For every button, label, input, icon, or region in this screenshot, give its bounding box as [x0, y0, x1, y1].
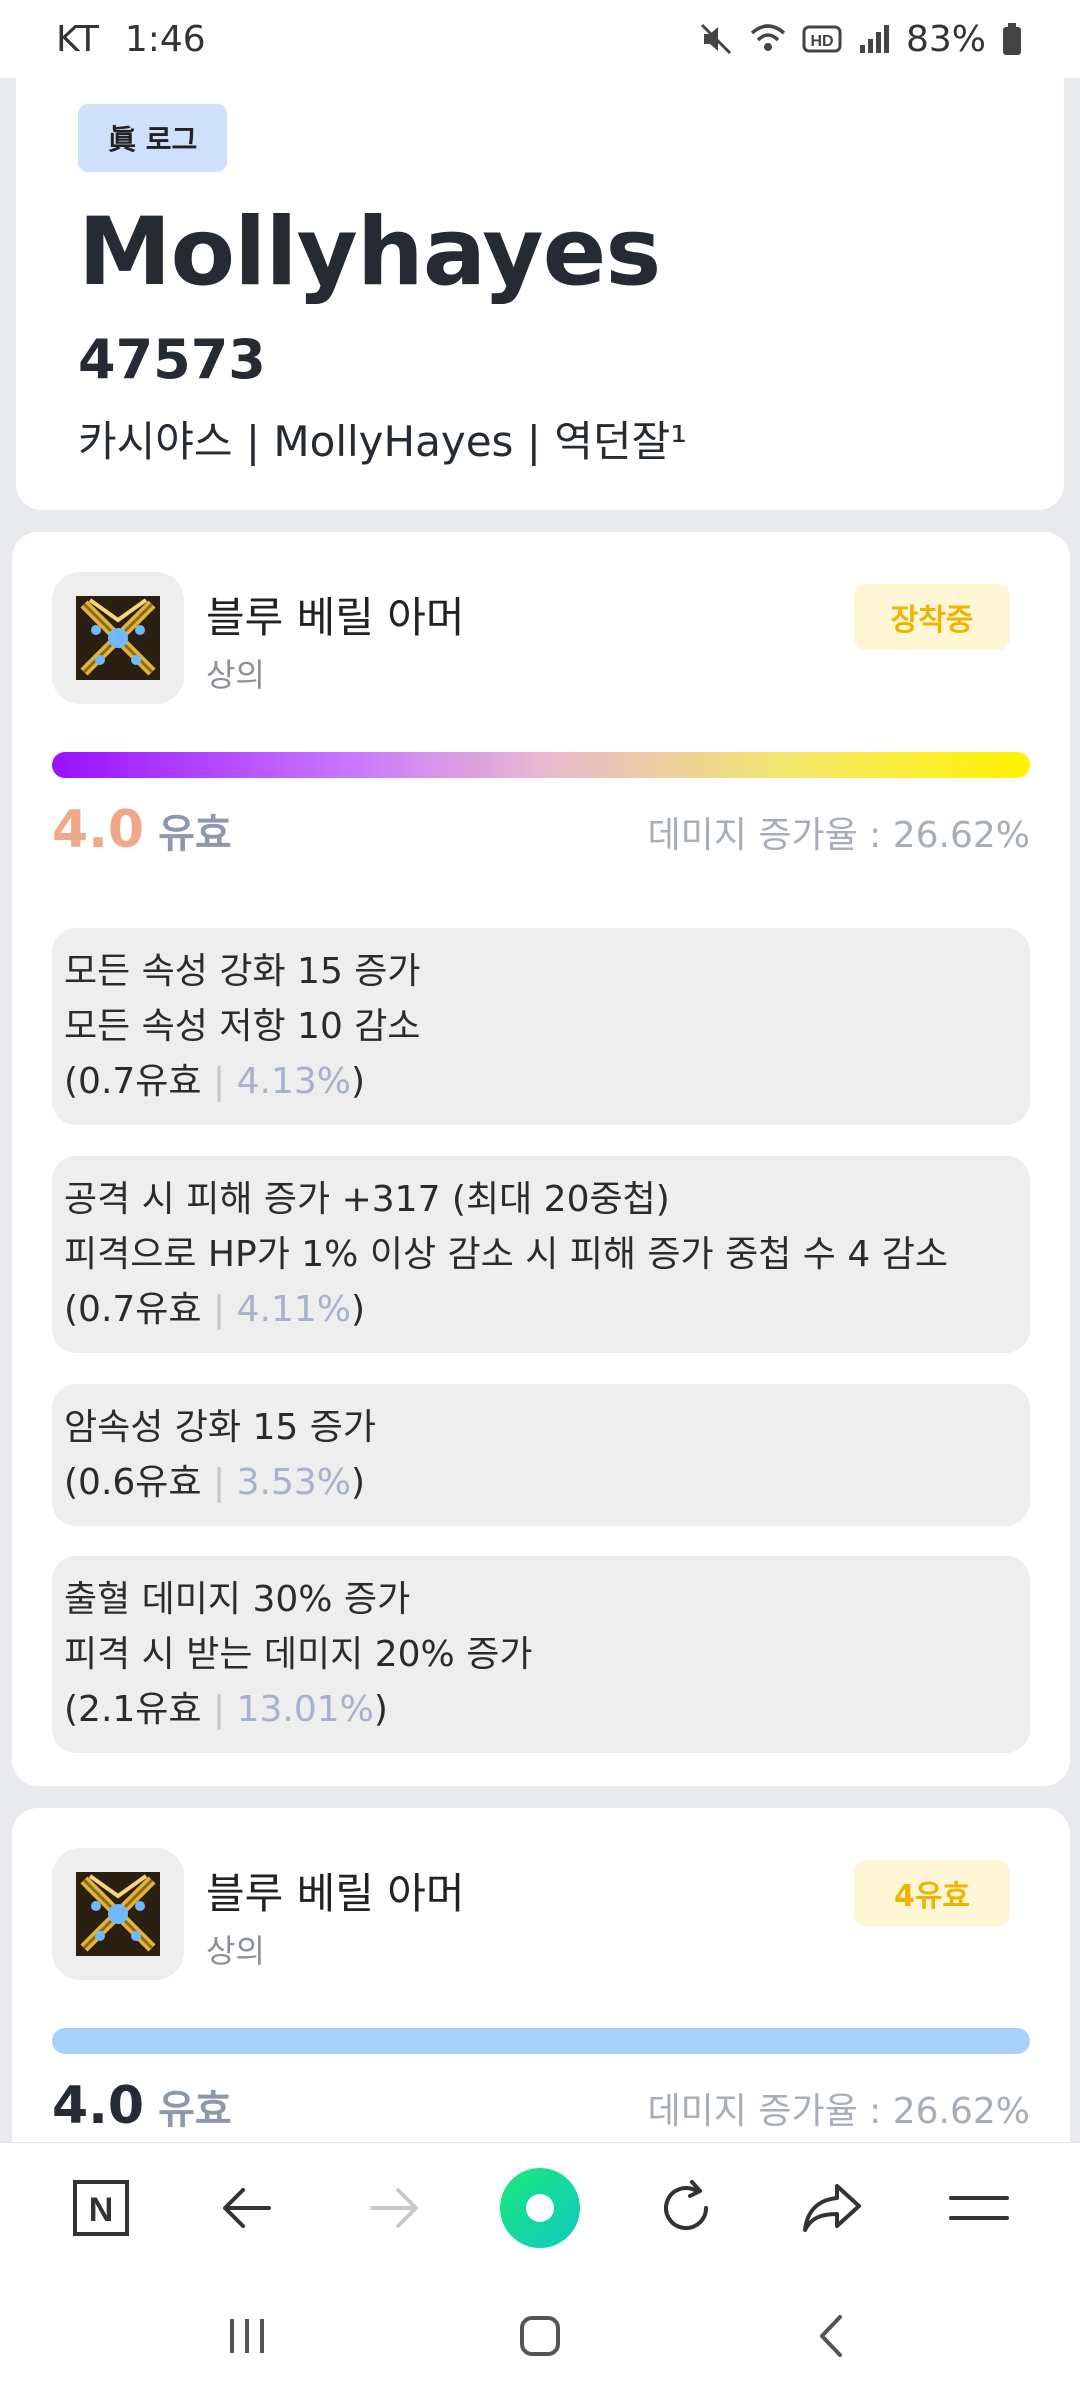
system-nav-bar	[0, 2272, 1080, 2400]
damage-rate: 데미지 증가율 : 26.62%	[647, 2091, 1030, 2132]
option-box: 출혈 데미지 30% 증가 피격 시 받는 데미지 20% 증가 (2.1유효 …	[52, 1556, 1030, 1753]
mute-icon	[698, 21, 734, 57]
option-value: (0.7유효	[64, 1061, 202, 1102]
browser-toolbar: N	[0, 2142, 1080, 2272]
option-line: 모든 속성 강화 15 증가	[64, 951, 421, 992]
hamburger-icon	[948, 2195, 1009, 2220]
clock-label: 1:46	[124, 18, 206, 60]
profile-info: 카시야스 | MollyHayes | 역던잘¹	[78, 417, 688, 466]
share-icon	[802, 2183, 861, 2232]
back-button[interactable]	[192, 2153, 302, 2263]
green-dot-icon	[499, 2167, 580, 2248]
score-value: 4.0	[52, 2076, 145, 2136]
battery-icon	[1000, 21, 1024, 57]
rarity-bar	[52, 2028, 1030, 2054]
score-unit: 유효	[158, 2087, 232, 2133]
option-close: )	[350, 1061, 366, 1102]
score-unit: 유효	[158, 811, 232, 857]
option-line: 피격으로 HP가 1% 이상 감소 시 피해 증가 중첩 수 4 감소	[64, 1234, 948, 1275]
refresh-button[interactable]	[631, 2153, 741, 2263]
option-value: (0.6유효	[64, 1462, 202, 1503]
option-line: 출혈 데미지 30% 증가	[64, 1579, 411, 1620]
naver-home-icon: N	[73, 2179, 130, 2236]
profile-name: Mollyhayes	[78, 198, 661, 307]
score-value: 4.0	[52, 800, 145, 860]
home-square-icon	[519, 2316, 560, 2356]
score-row: 4.0 유효 데미지 증가율 : 26.62%	[52, 800, 1030, 860]
option-line: 피격 시 받는 데미지 20% 증가	[64, 1634, 533, 1675]
recent-apps-icon	[229, 2319, 264, 2353]
profile-card: 眞 로그 Mollyhayes 47573 카시야스 | MollyHayes …	[16, 78, 1064, 510]
item-card[interactable]: 블루 베릴 아머 상의 장착중 4.0 유효 데미지 증가율 : 26.62% …	[12, 532, 1070, 1786]
armor-icon	[52, 572, 184, 704]
separator: |	[213, 1689, 226, 1730]
option-box: 공격 시 피해 증가 +317 (최대 20중첩) 피격으로 HP가 1% 이상…	[52, 1156, 1030, 1353]
armor-icon	[52, 1848, 184, 1980]
status-right: HD 83%	[698, 19, 1024, 60]
option-close: )	[350, 1289, 366, 1330]
equipped-badge: 장착중	[854, 584, 1010, 650]
menu-button[interactable]	[924, 2153, 1034, 2263]
tag-badge: 眞 로그	[78, 104, 228, 172]
share-button[interactable]	[778, 2153, 888, 2263]
home-button[interactable]: N	[46, 2153, 156, 2263]
score-left: 4.0 유효	[52, 800, 232, 860]
item-title: 블루 베릴 아머	[206, 1869, 465, 1918]
damage-rate: 데미지 증가율 : 26.62%	[647, 815, 1030, 856]
system-home-button[interactable]	[485, 2281, 595, 2391]
signal-icon	[856, 21, 892, 57]
option-percent: 4.13%	[236, 1061, 351, 1102]
arrow-right-icon	[369, 2187, 418, 2228]
item-card[interactable]: 블루 베릴 아머 상의 4유효 4.0 유효 데미지 증가율 : 26.62%	[12, 1808, 1070, 2142]
svg-text:HD: HD	[810, 33, 833, 50]
score-left: 4.0 유효	[52, 2076, 232, 2136]
forward-button[interactable]	[339, 2153, 449, 2263]
option-close: )	[373, 1689, 388, 1730]
item-title: 블루 베릴 아머	[206, 593, 465, 642]
option-close: )	[350, 1462, 366, 1503]
score-badge: 4유효	[854, 1860, 1010, 1926]
wifi-icon	[748, 21, 788, 57]
option-percent: 3.53%	[236, 1462, 351, 1503]
option-value: (2.1유효	[64, 1689, 202, 1730]
recent-apps-button[interactable]	[192, 2281, 302, 2391]
option-box: 모든 속성 강화 15 증가 모든 속성 저항 10 감소 (0.7유효 | 4…	[52, 928, 1030, 1125]
rarity-gradient-bar	[52, 752, 1030, 778]
hd-icon: HD	[802, 21, 842, 57]
page-content[interactable]: 眞 로그 Mollyhayes 47573 카시야스 | MollyHayes …	[0, 78, 1080, 2142]
battery-percent: 83%	[905, 18, 986, 60]
option-footer: (2.1유효 | 13.01%)	[64, 1682, 1018, 1737]
option-line: 모든 속성 저항 10 감소	[64, 1006, 421, 1047]
status-bar: KT 1:46 HD 83%	[0, 0, 1080, 78]
option-line: 암속성 강화 15 증가	[64, 1407, 376, 1448]
carrier-label: KT	[56, 18, 99, 60]
option-percent: 13.01%	[236, 1689, 374, 1730]
item-slot: 상의	[206, 656, 265, 694]
status-left: KT 1:46	[56, 19, 206, 60]
option-footer: (0.7유효 | 4.11%)	[64, 1282, 1018, 1337]
svg-text:N: N	[89, 2191, 114, 2229]
refresh-icon	[664, 2179, 709, 2230]
separator: |	[213, 1061, 226, 1102]
separator: |	[213, 1462, 226, 1503]
arrow-left-icon	[223, 2187, 272, 2228]
score-row: 4.0 유효 데미지 증가율 : 26.62%	[52, 2076, 1030, 2136]
item-slot: 상의	[206, 1932, 265, 1970]
green-dot-button[interactable]	[485, 2153, 595, 2263]
chevron-left-icon	[820, 2315, 843, 2357]
option-percent: 4.11%	[236, 1289, 351, 1330]
option-line: 공격 시 피해 증가 +317 (최대 20중첩)	[64, 1179, 670, 1220]
option-footer: (0.6유효 | 3.53%)	[64, 1455, 1018, 1510]
system-back-button[interactable]	[778, 2281, 888, 2391]
option-footer: (0.7유효 | 4.13%)	[64, 1054, 1018, 1109]
option-box: 암속성 강화 15 증가 (0.6유효 | 3.53%)	[52, 1384, 1030, 1526]
profile-number: 47573	[78, 328, 266, 391]
separator: |	[213, 1289, 226, 1330]
option-value: (0.7유효	[64, 1289, 202, 1330]
